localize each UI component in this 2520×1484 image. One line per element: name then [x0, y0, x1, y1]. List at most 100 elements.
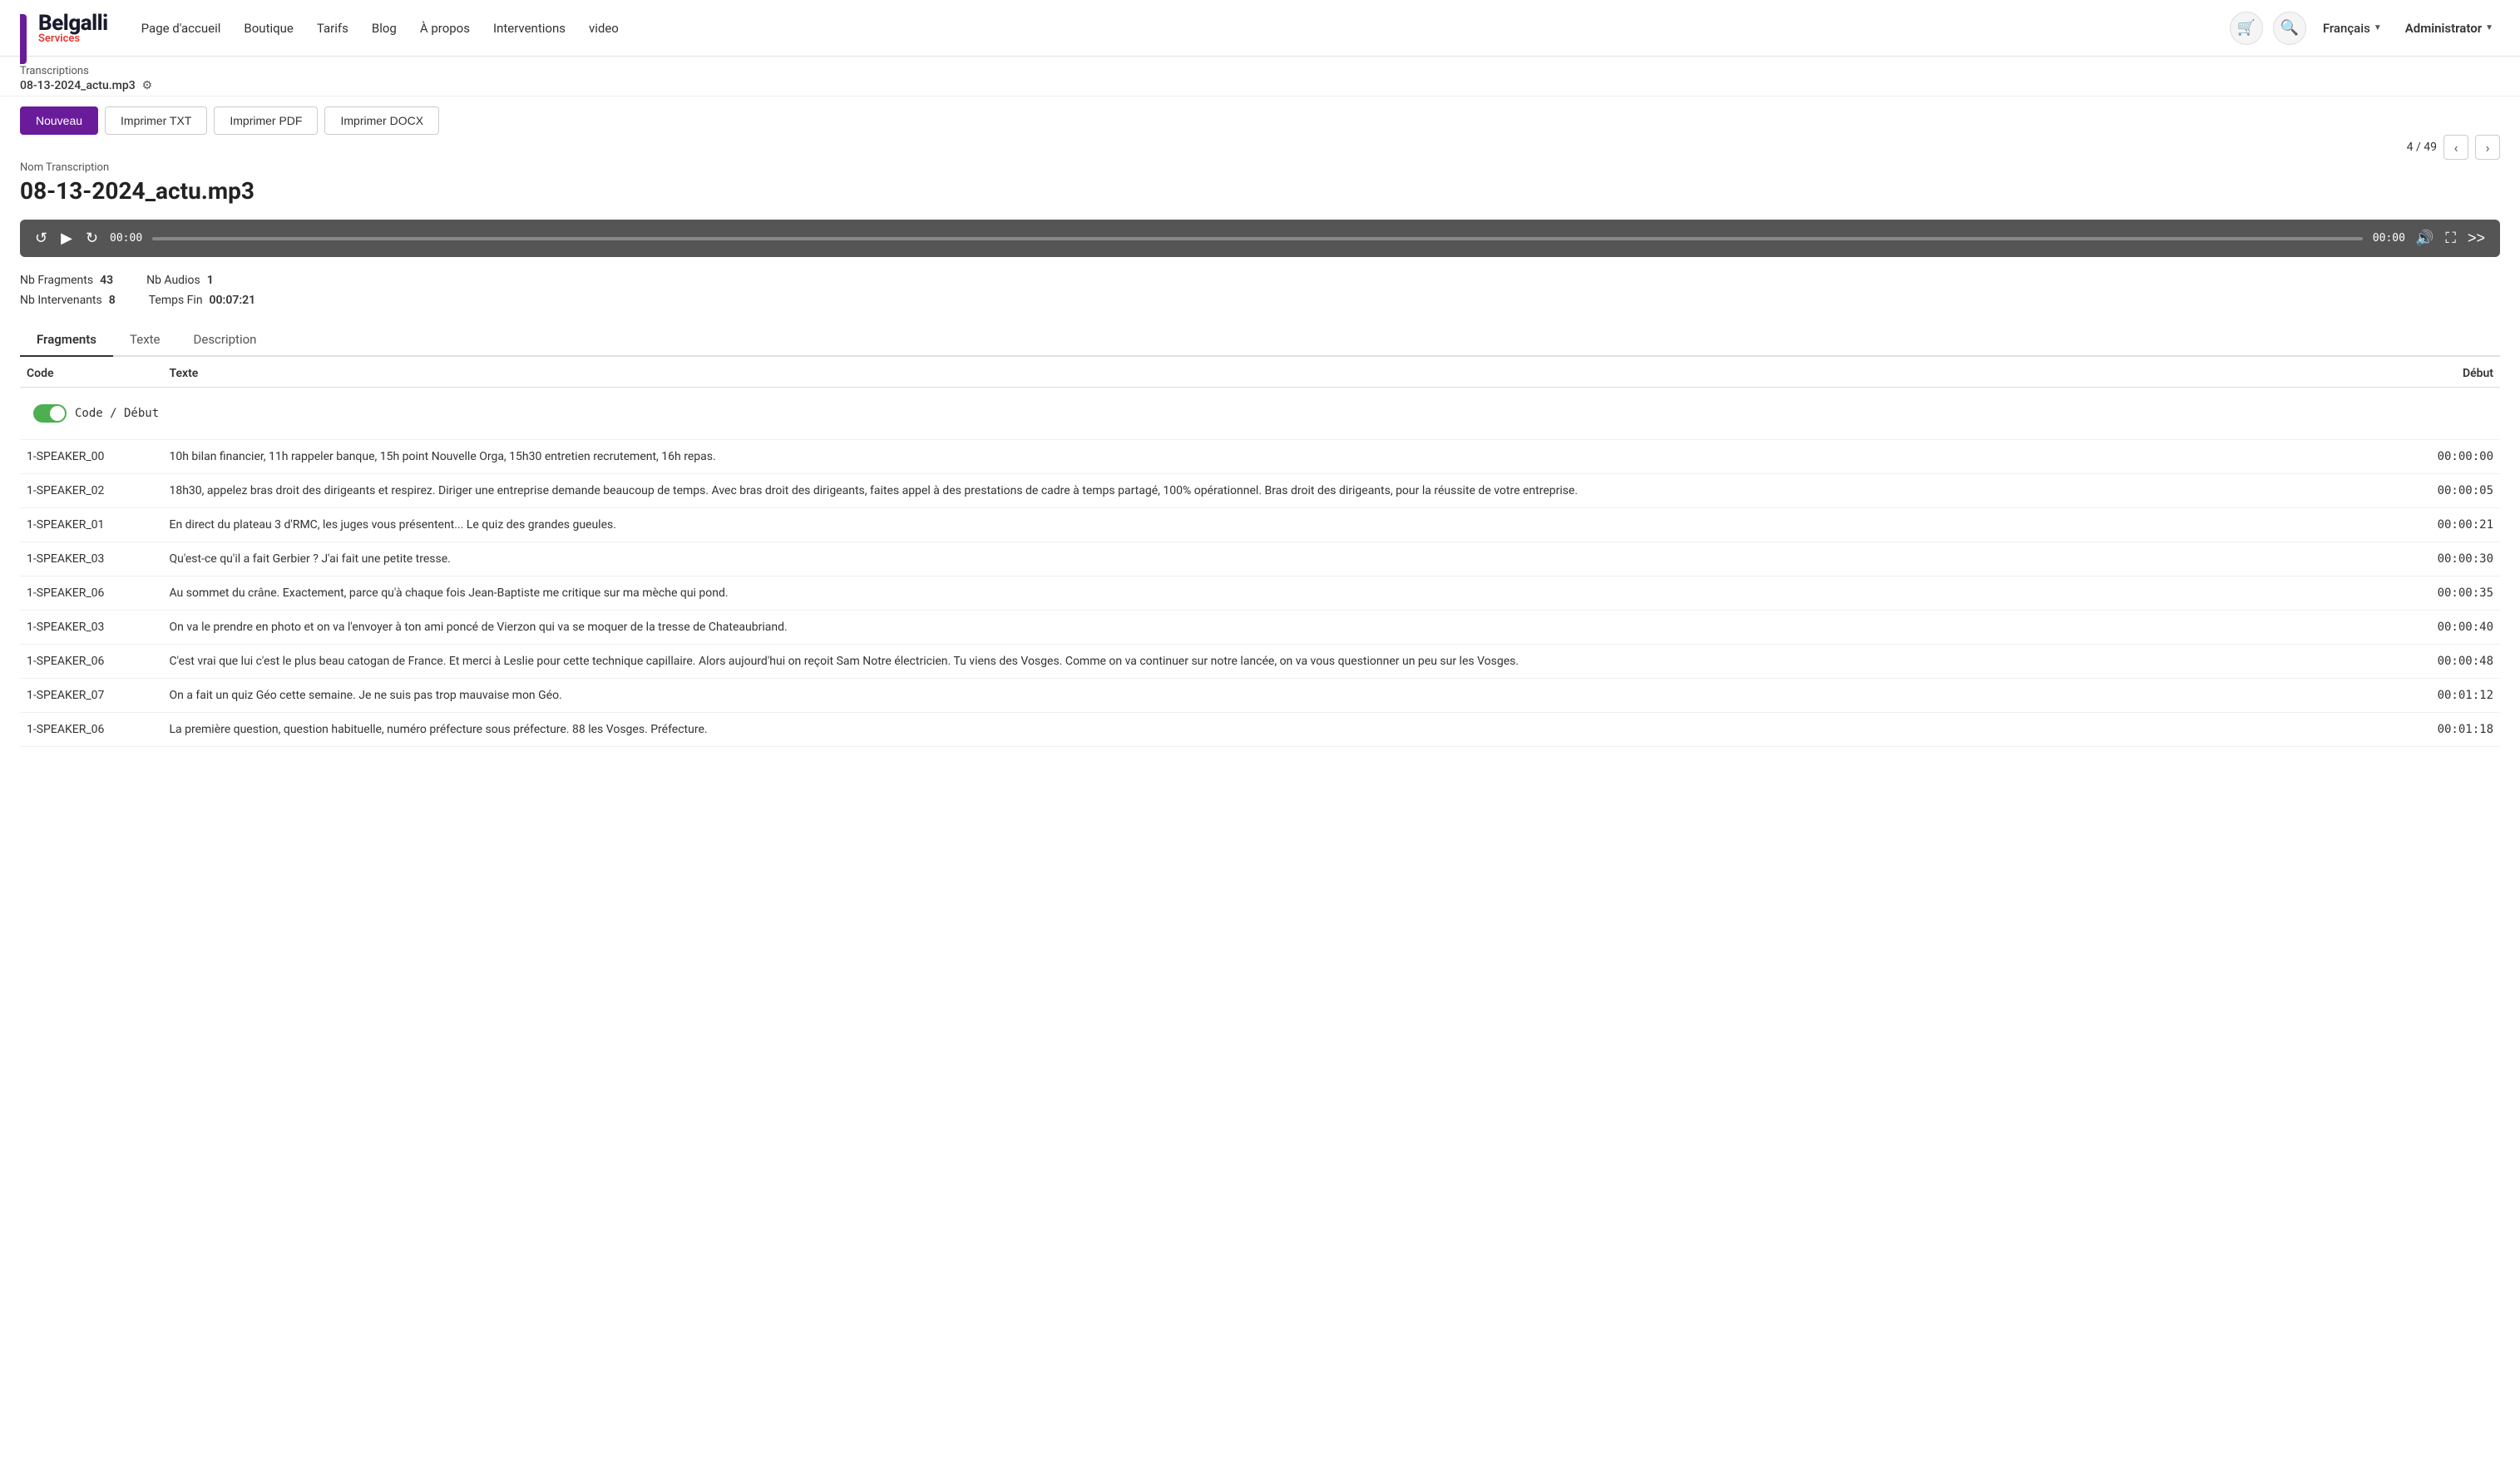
row-texte: Qu'est-ce qu'il a fait Gerbier ? J'ai fa…: [162, 542, 2391, 576]
navbar: Belgalli Services Page d'accueil Boutiqu…: [0, 0, 2520, 57]
row-code: 1-SPEAKER_01: [20, 508, 162, 542]
nav-actions: 🛒 🔍 Français ▼ Administrator ▼: [2230, 12, 2500, 45]
imprimer-txt-button[interactable]: Imprimer TXT: [105, 106, 207, 135]
table-row: 1-SPEAKER_06 Au sommet du crâne. Exactem…: [20, 576, 2500, 611]
tab-fragments[interactable]: Fragments: [20, 324, 113, 357]
col-header-debut: Début: [2391, 357, 2500, 388]
stat-fragments-label: Nb Fragments: [20, 274, 93, 287]
imprimer-pdf-button[interactable]: Imprimer PDF: [214, 106, 318, 135]
tabs: Fragments Texte Description: [20, 324, 2500, 357]
stats-row-1: Nb Fragments 43 Nb Audios 1: [20, 274, 2500, 287]
nav-link-apropos[interactable]: À propos: [420, 21, 470, 36]
table-row: 1-SPEAKER_06 La première question, quest…: [20, 713, 2500, 747]
audio-time-current: 00:00: [110, 232, 142, 245]
stat-tempsfin: Temps Fin 00:07:21: [149, 294, 255, 307]
row-code: 1-SPEAKER_06: [20, 645, 162, 679]
row-texte: 18h30, appelez bras droit des dirigeants…: [162, 474, 2391, 508]
table-row: 1-SPEAKER_03 On va le prendre en photo e…: [20, 611, 2500, 645]
table-header: Code Texte Début: [20, 357, 2500, 388]
cart-button[interactable]: 🛒: [2230, 12, 2263, 45]
admin-menu[interactable]: Administrator ▼: [2399, 21, 2500, 36]
audio-progress-bar[interactable]: [152, 237, 2363, 240]
table-row: 1-SPEAKER_03 Qu'est-ce qu'il a fait Gerb…: [20, 542, 2500, 576]
row-code: 1-SPEAKER_03: [20, 542, 162, 576]
row-debut: 00:00:05: [2391, 474, 2500, 508]
row-debut: 00:00:30: [2391, 542, 2500, 576]
logo[interactable]: Belgalli Services: [20, 11, 108, 45]
nav-link-blog[interactable]: Blog: [372, 21, 397, 36]
language-label: Français: [2323, 21, 2370, 36]
col-header-code: Code: [20, 357, 162, 388]
admin-dropdown-arrow: ▼: [2485, 23, 2493, 32]
toggle-label-text: Code / Début: [75, 407, 159, 420]
tab-description[interactable]: Description: [177, 324, 274, 357]
row-texte: Au sommet du crâne. Exactement, parce qu…: [162, 576, 2391, 611]
audio-volume-btn[interactable]: 🔊: [2414, 228, 2435, 249]
breadcrumb-section: Transcriptions 08-13-2024_actu.mp3 ⚙ 4 /…: [0, 57, 2520, 96]
row-debut: 00:00:00: [2391, 440, 2500, 474]
fragments-table: Code Texte Début Code / Début: [20, 357, 2500, 747]
audio-rewind-btn[interactable]: ↺: [33, 228, 49, 249]
col-header-texte: Texte: [162, 357, 2391, 388]
nav-link-boutique[interactable]: Boutique: [244, 21, 293, 36]
row-code: 1-SPEAKER_03: [20, 611, 162, 645]
cart-icon: 🛒: [2237, 19, 2256, 37]
row-texte: On va le prendre en photo et on va l'env…: [162, 611, 2391, 645]
toggle-cell: Code / Début: [20, 388, 2500, 440]
transcription-title: 08-13-2024_actu.mp3: [20, 177, 2500, 205]
stat-tempsfin-value: 00:07:21: [210, 294, 256, 307]
audio-speed-btn[interactable]: >>: [2466, 228, 2487, 249]
row-texte: La première question, question habituell…: [162, 713, 2391, 747]
stat-audios-value: 1: [207, 274, 214, 287]
audio-play-btn[interactable]: ▶: [59, 228, 74, 249]
audio-player: ↺ ▶ ↻ 00:00 00:00 🔊 ⛶ >>: [20, 220, 2500, 257]
audio-controls-right: 00:00 🔊 ⛶ >>: [2373, 228, 2487, 249]
toolbar: Nouveau Imprimer TXT Imprimer PDF Imprim…: [0, 96, 2520, 145]
admin-label: Administrator: [2405, 21, 2482, 36]
settings-icon[interactable]: ⚙: [142, 79, 153, 92]
imprimer-docx-button[interactable]: Imprimer DOCX: [324, 106, 439, 135]
breadcrumb-section-label: Transcriptions: [20, 65, 2500, 77]
audio-forward-btn[interactable]: ↻: [84, 228, 100, 249]
logo-services: Services: [38, 32, 108, 45]
breadcrumb-filename: 08-13-2024_actu.mp3: [20, 79, 136, 92]
stat-fragments: Nb Fragments 43: [20, 274, 113, 287]
nav-link-home[interactable]: Page d'accueil: [141, 21, 221, 36]
tab-texte[interactable]: Texte: [113, 324, 176, 357]
stat-fragments-value: 43: [100, 274, 113, 287]
stat-intervenants-label: Nb Intervenants: [20, 294, 102, 307]
language-selector[interactable]: Français ▼: [2316, 21, 2389, 36]
row-code: 1-SPEAKER_00: [20, 440, 162, 474]
audio-fullscreen-btn[interactable]: ⛶: [2443, 228, 2458, 249]
stats-row-2: Nb Intervenants 8 Temps Fin 00:07:21: [20, 294, 2500, 307]
table-body: Code / Début 1-SPEAKER_00 10h bilan fina…: [20, 388, 2500, 747]
nouveau-button[interactable]: Nouveau: [20, 106, 98, 135]
nav-link-tarifs[interactable]: Tarifs: [317, 21, 348, 36]
nav-link-interventions[interactable]: Interventions: [493, 21, 566, 36]
row-code: 1-SPEAKER_06: [20, 576, 162, 611]
row-code: 1-SPEAKER_07: [20, 679, 162, 713]
search-icon: 🔍: [2280, 19, 2299, 37]
row-texte: 10h bilan financier, 11h rappeler banque…: [162, 440, 2391, 474]
stat-audios: Nb Audios 1: [146, 274, 214, 287]
toggle-knob: [50, 406, 65, 421]
stat-audios-label: Nb Audios: [146, 274, 200, 287]
main-content: Nom Transcription 08-13-2024_actu.mp3 ↺ …: [0, 145, 2520, 764]
breadcrumb-file: 08-13-2024_actu.mp3 ⚙: [20, 79, 2500, 92]
search-button[interactable]: 🔍: [2273, 12, 2306, 45]
table-row: 1-SPEAKER_02 18h30, appelez bras droit d…: [20, 474, 2500, 508]
table-row: 1-SPEAKER_00 10h bilan financier, 11h ra…: [20, 440, 2500, 474]
transcription-label: Nom Transcription: [20, 161, 2500, 174]
audio-time-end: 00:00: [2373, 232, 2405, 245]
table-row: 1-SPEAKER_01 En direct du plateau 3 d'RM…: [20, 508, 2500, 542]
nav-links: Page d'accueil Boutique Tarifs Blog À pr…: [141, 21, 2230, 36]
nav-link-video[interactable]: video: [589, 21, 619, 36]
lang-dropdown-arrow: ▼: [2374, 23, 2382, 32]
row-code: 1-SPEAKER_06: [20, 713, 162, 747]
code-debut-toggle[interactable]: [33, 404, 67, 423]
table-container: Code Texte Début Code / Début: [20, 357, 2500, 747]
row-debut: 00:01:18: [2391, 713, 2500, 747]
table-row: 1-SPEAKER_06 C'est vrai que lui c'est le…: [20, 645, 2500, 679]
stat-intervenants: Nb Intervenants 8: [20, 294, 116, 307]
row-debut: 00:01:12: [2391, 679, 2500, 713]
